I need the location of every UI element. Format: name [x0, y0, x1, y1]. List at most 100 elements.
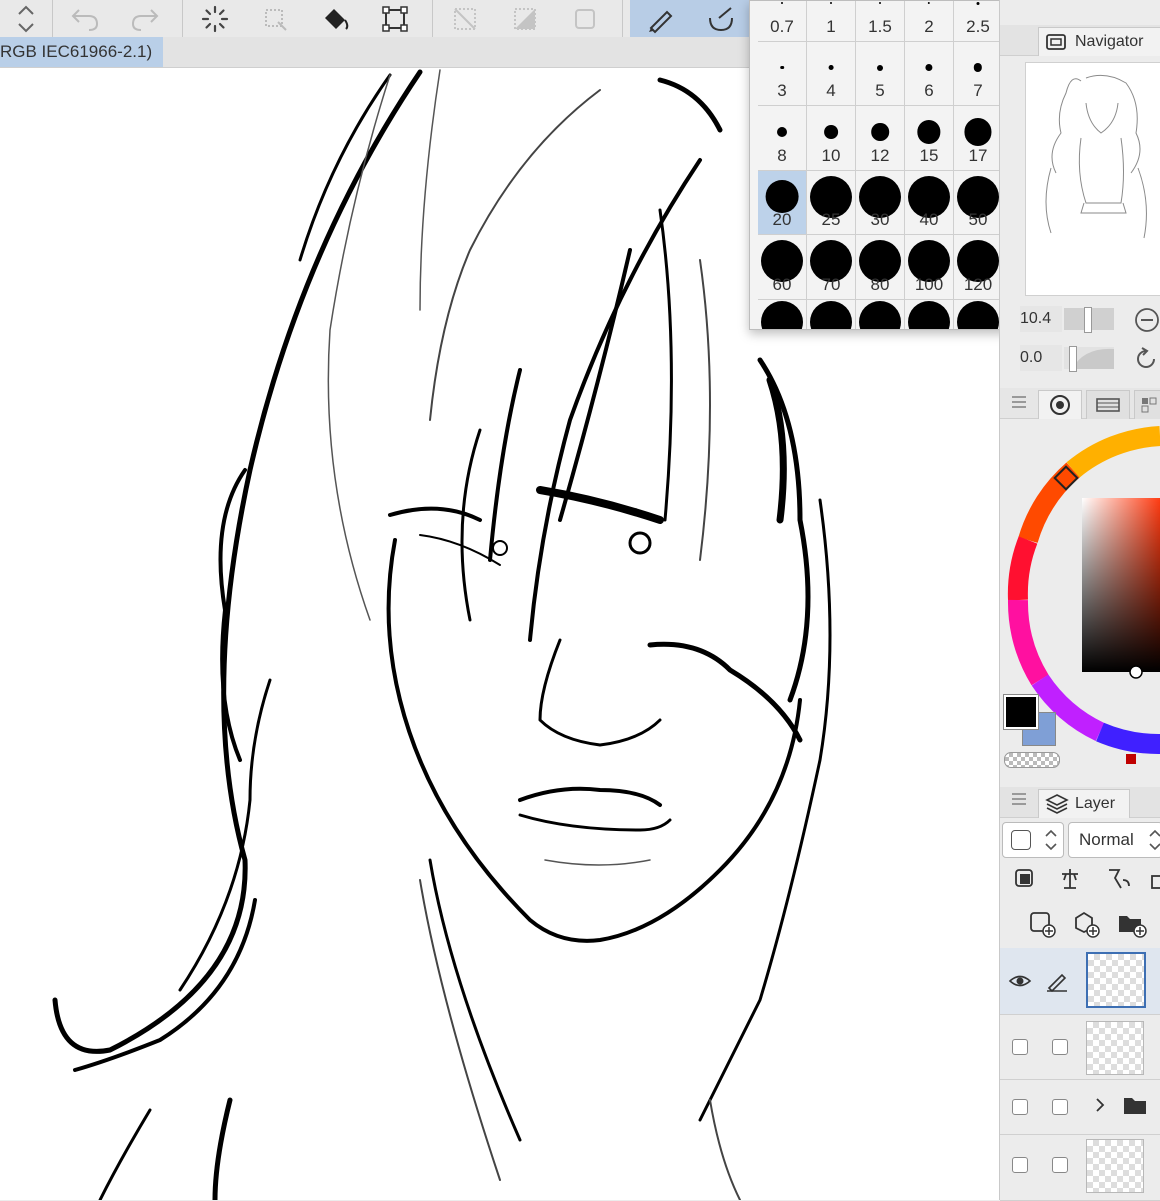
- layer-thumbnail[interactable]: [1086, 952, 1146, 1008]
- clip-layer-icon[interactable]: [1012, 866, 1038, 892]
- rotation-slider[interactable]: [1064, 346, 1114, 372]
- chevron-right-icon[interactable]: [1094, 1095, 1106, 1115]
- navigator-thumbnail: [1045, 74, 1147, 239]
- brush-size-cell[interactable]: 1: [807, 1, 856, 42]
- select-all-icon[interactable]: [250, 0, 300, 37]
- reference-layer-icon[interactable]: [1057, 866, 1083, 892]
- brush-size-cell[interactable]: 2.5: [954, 1, 1003, 42]
- brush-size-cell[interactable]: [905, 299, 954, 329]
- color-picker-marker[interactable]: [1129, 665, 1143, 679]
- transform-icon[interactable]: [370, 0, 420, 37]
- brush-size-cell[interactable]: 17: [954, 106, 1003, 171]
- brush-size-label: 1.5: [868, 16, 892, 36]
- layer-thumbnail[interactable]: [1086, 1139, 1144, 1193]
- brush-size-cell[interactable]: 6: [905, 41, 954, 106]
- right-dock: Navigator 10.4 0.0 Layer Normal: [999, 0, 1160, 1201]
- rotation-value[interactable]: 0.0: [1020, 345, 1062, 371]
- visibility-checkbox[interactable]: [1012, 1099, 1028, 1115]
- layer-row[interactable]: [1000, 1135, 1160, 1201]
- redo-icon[interactable]: [120, 0, 170, 37]
- brush-tool-icon[interactable]: [690, 0, 749, 37]
- brush-size-cell[interactable]: 30: [856, 170, 905, 235]
- brush-size-cell[interactable]: 4: [807, 41, 856, 106]
- brush-size-cell[interactable]: 1.5: [856, 1, 905, 42]
- brush-size-cell[interactable]: 100: [905, 235, 954, 300]
- zoom-value[interactable]: 10.4: [1020, 306, 1062, 332]
- brush-size-cell[interactable]: 60: [758, 235, 807, 300]
- brush-size-cell[interactable]: [807, 299, 856, 329]
- chevron-up-down-icon[interactable]: [0, 0, 52, 37]
- loading-spinner-icon[interactable]: [190, 0, 240, 37]
- color-panel-menu-icon[interactable]: [1012, 396, 1026, 411]
- brush-size-cell[interactable]: 3: [758, 41, 807, 106]
- layer-row[interactable]: [1000, 1015, 1160, 1080]
- undo-icon[interactable]: [60, 0, 110, 37]
- brush-size-cell[interactable]: [758, 299, 807, 329]
- brush-size-cell[interactable]: 25: [807, 170, 856, 235]
- lock-layer-icon[interactable]: [1103, 866, 1133, 892]
- document-tab[interactable]: RGB IEC61966-2.1): [0, 37, 163, 67]
- brush-size-label: 25: [821, 210, 841, 229]
- zoom-slider[interactable]: [1064, 307, 1114, 333]
- brush-size-cell[interactable]: [856, 299, 905, 329]
- brush-size-preview: [810, 300, 852, 329]
- navigator-tab-label: Navigator: [1075, 33, 1144, 50]
- main-color-swatch[interactable]: [1003, 694, 1039, 730]
- eye-icon[interactable]: [1008, 972, 1032, 990]
- rotation-reset-icon[interactable]: [1134, 346, 1160, 372]
- edit-checkbox[interactable]: [1052, 1099, 1068, 1115]
- brush-size-cell[interactable]: 70: [807, 235, 856, 300]
- brush-size-preview: [761, 300, 803, 329]
- layer-panel-menu-icon[interactable]: [1012, 793, 1026, 808]
- navigator-tab[interactable]: Navigator: [1038, 27, 1160, 56]
- color-set-tab[interactable]: [1134, 390, 1160, 419]
- transparent-color-swatch[interactable]: [1004, 752, 1060, 768]
- brush-size-cell[interactable]: [954, 299, 1003, 329]
- brush-size-cell[interactable]: 40: [905, 170, 954, 235]
- brush-size-label: 8: [777, 145, 787, 165]
- lock-transparency-icon[interactable]: [1148, 866, 1160, 892]
- brush-size-label: 100: [914, 274, 944, 294]
- new-raster-layer-icon[interactable]: [1028, 910, 1058, 938]
- rotation-slider-handle[interactable]: [1069, 346, 1077, 372]
- brush-size-cell[interactable]: 50: [954, 170, 1003, 235]
- fill-icon[interactable]: [310, 0, 360, 37]
- brush-size-cell[interactable]: 10: [807, 106, 856, 171]
- layer-row[interactable]: [1000, 948, 1160, 1015]
- brush-size-cell[interactable]: 0.7: [758, 1, 807, 42]
- folder-row[interactable]: [1000, 1080, 1160, 1135]
- pen-tool-icon[interactable]: [630, 0, 690, 37]
- edit-checkbox[interactable]: [1052, 1157, 1068, 1173]
- clear-selection-icon[interactable]: [440, 0, 490, 37]
- brush-size-cell[interactable]: 8: [758, 106, 807, 171]
- brush-size-cell[interactable]: 7: [954, 41, 1003, 106]
- brush-size-cell[interactable]: 80: [856, 235, 905, 300]
- visibility-checkbox[interactable]: [1012, 1157, 1028, 1173]
- brush-size-cell[interactable]: 15: [905, 106, 954, 171]
- edit-checkbox[interactable]: [1052, 1039, 1068, 1055]
- color-wheel-tab[interactable]: [1038, 390, 1082, 419]
- brush-size-cell[interactable]: 20: [758, 170, 807, 235]
- layer-color-stepper[interactable]: [1002, 822, 1064, 858]
- blend-mode-select[interactable]: Normal: [1068, 822, 1160, 858]
- zoom-out-icon[interactable]: [1134, 307, 1160, 333]
- new-folder-icon[interactable]: [1116, 910, 1148, 938]
- pen-edit-icon[interactable]: [1045, 970, 1069, 992]
- brush-size-preview: [780, 65, 784, 70]
- layer-thumbnail[interactable]: [1086, 1021, 1144, 1075]
- visibility-checkbox[interactable]: [1012, 1039, 1028, 1055]
- color-slider-tab[interactable]: [1086, 390, 1130, 419]
- brush-size-label: 120: [963, 274, 993, 294]
- brush-size-cell[interactable]: 120: [954, 235, 1003, 300]
- brush-size-cell[interactable]: 5: [856, 41, 905, 106]
- brush-size-cell[interactable]: 2: [905, 1, 954, 42]
- brush-size-cell[interactable]: 12: [856, 106, 905, 171]
- brush-size-preview: [976, 1, 980, 5]
- navigator-preview[interactable]: [1025, 62, 1160, 296]
- brush-size-label: 1: [826, 16, 836, 36]
- zoom-slider-handle[interactable]: [1084, 307, 1092, 333]
- selection-invert-icon[interactable]: [500, 0, 550, 37]
- selection-border-icon[interactable]: [560, 0, 610, 37]
- layer-tab[interactable]: Layer: [1038, 789, 1130, 818]
- new-vector-layer-icon[interactable]: [1072, 910, 1102, 938]
